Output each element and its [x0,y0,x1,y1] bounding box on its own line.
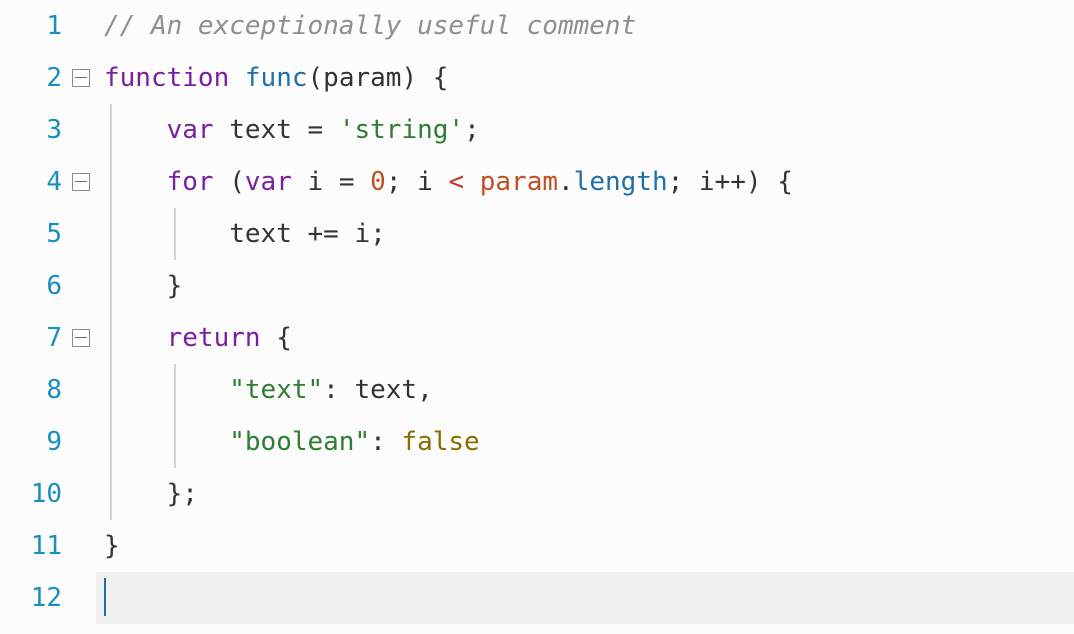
code-area[interactable]: // An exceptionally useful comment funct… [96,0,1074,634]
line-number: 11 [0,520,62,572]
line-number: 7 [0,312,62,364]
comment-token: // An exceptionally useful comment [104,11,636,41]
code-line[interactable]: for (var i = 0; i < param.length; i++) { [96,156,1074,208]
property-token: "boolean" [229,427,370,457]
property-token: "text" [229,375,323,405]
code-line[interactable]: function func(param) { [96,52,1074,104]
line-number: 2 [0,52,62,104]
indent-guide [174,364,176,416]
keyword-token: function [104,63,229,93]
line-number: 5 [0,208,62,260]
fold-toggle-icon[interactable] [72,173,90,191]
indent-guide [110,364,112,416]
fold-toggle-icon[interactable] [72,69,90,87]
code-line[interactable]: "text": text, [96,364,1074,416]
indent-guide [110,208,112,260]
line-number: 6 [0,260,62,312]
keyword-token: var [167,115,214,145]
code-line[interactable]: "boolean": false [96,416,1074,468]
code-line[interactable]: // An exceptionally useful comment [96,0,1074,52]
fold-gutter [66,0,96,634]
keyword-token: return [167,323,261,353]
fold-toggle-icon[interactable] [72,329,90,347]
code-line[interactable]: } [96,520,1074,572]
string-token: 'string' [339,115,464,145]
code-line[interactable]: return { [96,312,1074,364]
line-number: 1 [0,0,62,52]
line-number: 3 [0,104,62,156]
function-name-token: func [245,63,308,93]
indent-guide [110,312,112,364]
code-line[interactable]: } [96,260,1074,312]
code-editor[interactable]: 1 2 3 4 5 6 7 8 9 10 11 12 // An excepti… [0,0,1074,634]
keyword-token: for [167,167,214,197]
code-line-current[interactable] [96,572,1074,624]
line-number: 12 [0,572,62,624]
indent-guide [110,156,112,208]
indent-guide [174,208,176,260]
indent-guide [110,260,112,312]
boolean-token: false [401,427,479,457]
indent-guide [110,468,112,520]
line-number: 8 [0,364,62,416]
code-line[interactable]: var text = 'string'; [96,104,1074,156]
indent-guide [174,416,176,468]
line-number: 4 [0,156,62,208]
line-number-gutter: 1 2 3 4 5 6 7 8 9 10 11 12 [0,0,66,634]
code-line[interactable]: }; [96,468,1074,520]
indent-guide [110,416,112,468]
number-token: 0 [370,167,386,197]
line-number: 10 [0,468,62,520]
indent-guide [110,104,112,156]
text-cursor [104,578,106,616]
param-token: param [323,63,401,93]
line-number: 9 [0,416,62,468]
code-line[interactable]: text += i; [96,208,1074,260]
